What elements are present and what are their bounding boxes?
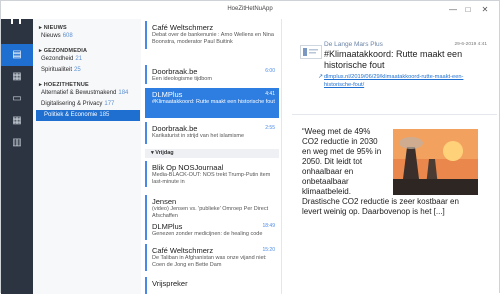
nav-item-digitalisering[interactable]: Digitalisering & Privacy 177	[33, 99, 141, 110]
item-source: Doorbraak.be	[152, 67, 198, 76]
item-snippet: Karikaturist in strijd van het islamisme	[152, 133, 245, 139]
nav-item-count: 184	[118, 90, 129, 96]
minimize-button[interactable]: —	[447, 4, 459, 16]
list-item-selected[interactable]: DLMPlus 4:41 #Klimaatakkoord: Rutte maak…	[145, 88, 279, 118]
film-icon[interactable]: ▦	[1, 66, 33, 88]
article-thumbnail	[393, 129, 478, 195]
article-detail: De Lange Mars Plus 29-6-2019 4:41 #Klima…	[282, 19, 499, 294]
nav-item-politiek[interactable]: Politiek & Economie 185	[36, 110, 140, 121]
nav-item-nieuws[interactable]: Nieuws 608	[33, 31, 141, 42]
article-date: 29-6-2019 4:41	[454, 42, 487, 47]
nav-item-label: Alternatief & Bewustmakend	[41, 90, 117, 96]
nav-item-label: Spiritualiteit	[41, 67, 73, 73]
book-icon[interactable]: ▥	[1, 132, 33, 154]
item-snippet: Media-BLACK-OUT: NOS trekt Trump-Putin i…	[152, 172, 271, 185]
item-snippet: De Taliban in Afghanistan was onze vijan…	[152, 255, 267, 268]
item-time: 6:00	[265, 68, 275, 74]
item-source: Doorbraak.be	[152, 124, 198, 133]
item-source: Jensen	[152, 197, 177, 206]
nav-item-spiritualiteit[interactable]: Spiritualiteit 25	[33, 65, 141, 76]
item-source: Café Weltschmerz	[152, 23, 214, 32]
maximize-button[interactable]: □	[462, 4, 474, 16]
item-snippet: Genezen zonder medicijnen: de healing co…	[152, 231, 263, 237]
day-label: Vrijdag	[155, 150, 174, 156]
nav-item-label: Politiek & Economie	[44, 112, 98, 118]
nav-item-count: 21	[75, 56, 83, 62]
article-body: “Weeg met de 49% CO2 reductie in 2030 en…	[302, 127, 478, 217]
article-link[interactable]: dlmplus.nl/2019/06/29/klimaatakkoord-rut…	[324, 73, 489, 89]
item-snippet: Debat over de bankenunie : Arno Wellens …	[152, 32, 274, 45]
list-item[interactable]: Café Weltschmerz Debat over de bankenuni…	[145, 21, 279, 49]
item-snippet: (video) Jensen vs. 'publieke' Omroep Per…	[152, 206, 269, 219]
list-icon[interactable]: ▤	[1, 44, 33, 66]
list-item[interactable]: DLMPlus 18:49 Genezen zonder medicijnen:…	[145, 220, 279, 240]
item-source: Café Weltschmerz	[152, 246, 214, 255]
nav-item-count: 25	[74, 67, 81, 73]
list-item[interactable]: Blik Op NOSJournaal Media-BLACK-OUT: NOS…	[145, 161, 279, 187]
nav-item-alternatief[interactable]: Alternatief & Bewustmakend 184	[33, 88, 141, 99]
title-bar: HoeZitHetNuApp — □ ✕	[1, 1, 499, 19]
external-link-icon: ↗	[318, 74, 324, 80]
article-headline: #Klimaatakkoord: Rutte maakt een histori…	[324, 49, 463, 70]
list-item[interactable]: Vrijspreker	[145, 277, 279, 294]
feed-name[interactable]: De Lange Mars Plus	[324, 41, 383, 48]
article-list: Café Weltschmerz Debat over de bankenuni…	[141, 19, 282, 294]
app-window: ▤ ▦ ▭ ▦ ▥ HoeZitHetNuApp — □ ✕ ▸ NIEUWS …	[0, 0, 500, 294]
nav-item-count: 185	[99, 112, 110, 118]
item-snippet: Een ideologisme tijdbom	[152, 76, 212, 82]
calendar-icon[interactable]: ▦	[1, 110, 33, 132]
day-separator: ▾ Vrijdag	[145, 149, 279, 158]
close-button[interactable]: ✕	[479, 4, 491, 16]
app-title: HoeZitHetNuApp	[227, 6, 273, 12]
desktop-icon[interactable]: ▭	[1, 88, 33, 110]
list-item[interactable]: Jensen (video) Jensen vs. 'publieke' Omr…	[145, 195, 279, 221]
item-source: DLMPlus	[152, 90, 183, 99]
nav-item-label: Nieuws	[41, 33, 61, 39]
item-time: 18:49	[262, 223, 275, 229]
item-source: DLMPlus	[152, 222, 183, 231]
list-item[interactable]: Doorbraak.be 6:00 Een ideologisme tijdbo…	[145, 65, 279, 84]
icon-rail: ▤ ▦ ▭ ▦ ▥	[1, 1, 33, 294]
item-snippet: #Klimaatakkoord: Rutte maakt een histori…	[152, 99, 275, 105]
item-time: 4:41	[265, 91, 275, 97]
divider	[292, 114, 497, 115]
item-time: 15:20	[262, 247, 275, 253]
item-source: Vrijspreker	[152, 279, 188, 288]
feed-favicon	[300, 45, 322, 59]
item-time: 2:55	[265, 125, 275, 131]
nav-item-gezondheid[interactable]: Gezondheid 21	[33, 54, 141, 65]
nav-item-count: 177	[104, 101, 115, 107]
item-source: Blik Op NOSJournaal	[152, 163, 224, 172]
category-sidebar: ▸ NIEUWS Nieuws 608 ▸ GEZONDMEDIA Gezondh…	[33, 19, 142, 294]
list-item[interactable]: Doorbraak.be 2:55 Karikaturist in strijd…	[145, 122, 279, 144]
nav-item-count: 608	[62, 33, 73, 39]
nav-item-label: Digitalisering & Privacy	[41, 101, 103, 107]
list-item[interactable]: Café Weltschmerz 15:20 De Taliban in Afg…	[145, 244, 279, 271]
nav-item-label: Gezondheid	[41, 56, 74, 62]
